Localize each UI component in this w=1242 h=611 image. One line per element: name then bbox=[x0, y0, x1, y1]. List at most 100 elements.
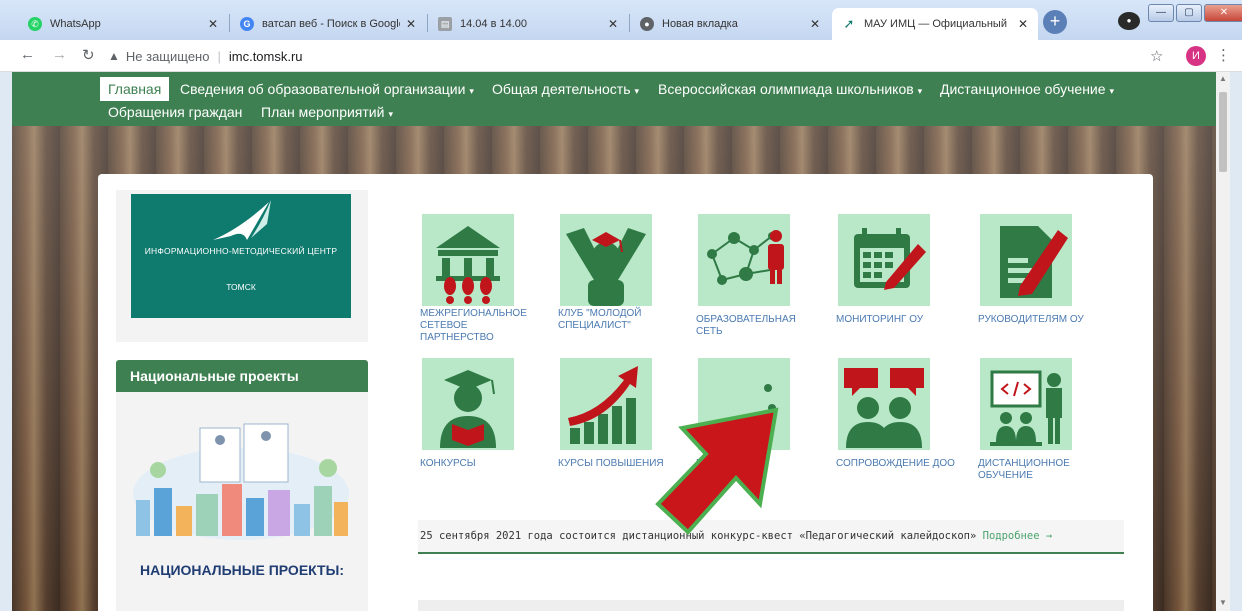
growth-chart-icon bbox=[560, 358, 652, 450]
document-icon: ▤ bbox=[438, 17, 452, 31]
page-viewport: Главная Сведения об образовательной орга… bbox=[12, 72, 1230, 611]
close-icon[interactable]: ✕ bbox=[608, 17, 618, 31]
nav-item-home[interactable]: Главная bbox=[100, 77, 170, 101]
tile-label: КЛУБ "МОЛОДОЙ СПЕЦИАЛИСТ" bbox=[558, 308, 642, 331]
divider: | bbox=[217, 48, 221, 64]
nav-item-distance-learning[interactable]: Дистанционное обучение ▾ bbox=[940, 81, 1114, 97]
nav-item-label: Дистанционное обучение bbox=[940, 81, 1106, 97]
network-icon bbox=[698, 214, 790, 306]
site-navigation: Главная Сведения об образовательной орга… bbox=[12, 72, 1216, 126]
nav-item-citizen-appeals[interactable]: Обращения граждан bbox=[108, 104, 242, 120]
nav-item-events-plan[interactable]: План мероприятий ▾ bbox=[261, 104, 393, 120]
nav-item-organization-info[interactable]: Сведения об образовательной организации ▾ bbox=[180, 81, 474, 97]
close-icon[interactable]: ✕ bbox=[208, 17, 218, 31]
institution-icon bbox=[422, 214, 514, 306]
address-bar: ← → ↻ ▲ Не защищено | imc.tomsk.ru ☆ И ⋮ bbox=[0, 40, 1242, 72]
close-icon[interactable]: ✕ bbox=[406, 17, 416, 31]
graduate-cheering-icon bbox=[560, 214, 652, 306]
url-text: imc.tomsk.ru bbox=[228, 48, 303, 64]
nav-item-label: Общая деятельность bbox=[492, 81, 631, 97]
maximize-button[interactable]: ▢ bbox=[1176, 4, 1202, 22]
tile-label: СОПРОВОЖДЕНИЕ ДОО bbox=[836, 458, 955, 469]
close-icon[interactable]: ✕ bbox=[810, 17, 820, 31]
tab-imc-active[interactable]: ➚ МАУ ИМЦ — Официальный ✕ bbox=[832, 8, 1038, 40]
url-field[interactable]: ▲ Не защищено | imc.tomsk.ru bbox=[108, 44, 1138, 68]
tile-distance-learning[interactable]: ДИСТАНЦИОННОЕ ОБУЧЕНИЕ bbox=[978, 358, 1098, 482]
tab-new[interactable]: ● Новая вкладка ✕ bbox=[630, 8, 830, 40]
chevron-down-icon: ▾ bbox=[634, 86, 640, 96]
calendar-icon bbox=[838, 214, 930, 306]
chevron-down-icon: ▾ bbox=[469, 86, 474, 96]
site-logo[interactable]: ИНФОРМАЦИОННО-МЕТОДИЧЕСКИЙ ЦЕНТР ТОМСК bbox=[131, 194, 351, 318]
nav-item-label: Всероссийская олимпиада школьников bbox=[658, 81, 914, 97]
logo-arrow-icon: ➚ bbox=[843, 16, 855, 31]
national-projects-banner[interactable]: НАЦИОНАЛЬНЫЕ ПРОЕКТЫ: bbox=[116, 392, 368, 611]
scrollbar-thumb[interactable] bbox=[1219, 92, 1227, 172]
nav-item-label: Главная bbox=[108, 81, 162, 97]
tab-title: Новая вкладка bbox=[662, 18, 738, 30]
tile-label: ДИСТАНЦИОННОЕ ОБУЧЕНИЕ bbox=[978, 458, 1070, 481]
download-icon[interactable]: ● bbox=[1118, 12, 1140, 30]
tile-young-specialist-club[interactable]: КЛУБ "МОЛОДОЙ СПЕЦИАЛИСТ" bbox=[558, 214, 678, 332]
back-icon[interactable]: ← bbox=[20, 46, 35, 63]
nav-item-general-activity[interactable]: Общая деятельность ▾ bbox=[492, 81, 639, 97]
presentation-icon bbox=[980, 358, 1072, 450]
tile-for-managers[interactable]: РУКОВОДИТЕЛЯМ ОУ bbox=[978, 214, 1098, 326]
nav-item-label: Обращения граждан bbox=[108, 104, 243, 120]
bookmark-star-icon[interactable]: ☆ bbox=[1150, 47, 1163, 65]
close-icon[interactable]: ✕ bbox=[1018, 17, 1028, 31]
tab-title: 14.04 в 14.00 bbox=[460, 18, 528, 30]
tab-whatsapp[interactable]: ✆ WhatsApp ✕ bbox=[18, 8, 228, 40]
national-projects-illustration bbox=[133, 423, 349, 540]
scroll-down-icon[interactable]: ▼ bbox=[1219, 598, 1227, 607]
chevron-down-icon: ▾ bbox=[917, 86, 923, 96]
chevron-down-icon: ▾ bbox=[388, 109, 393, 119]
browser-tab-bar: ✆ WhatsApp ✕ G ватсап веб - Поиск в Goog… bbox=[0, 0, 1242, 40]
nav-item-label: План мероприятий bbox=[261, 104, 385, 120]
tab-google-search[interactable]: G ватсап веб - Поиск в Google ✕ bbox=[230, 8, 426, 40]
national-projects-caption: НАЦИОНАЛЬНЫЕ ПРОЕКТЫ: bbox=[140, 562, 344, 578]
window-close-button[interactable]: ✕ bbox=[1204, 4, 1242, 22]
tile-monitoring[interactable]: МОНИТОРИНГ ОУ bbox=[836, 214, 956, 326]
chevron-down-icon: ▾ bbox=[1109, 86, 1115, 96]
reload-icon[interactable]: ↻ bbox=[82, 46, 95, 64]
arrow-up-right-icon bbox=[655, 407, 779, 535]
tab-title: ватсап веб - Поиск в Google bbox=[262, 18, 400, 30]
tab-document[interactable]: ▤ 14.04 в 14.00 ✕ bbox=[428, 8, 628, 40]
menu-kebab-icon[interactable]: ⋮ bbox=[1216, 46, 1231, 64]
window-controls: — ▢ ✕ bbox=[1146, 4, 1242, 24]
forward-icon[interactable]: → bbox=[52, 46, 67, 63]
logo-panel: ИНФОРМАЦИОННО-МЕТОДИЧЕСКИЙ ЦЕНТР ТОМСК bbox=[116, 190, 368, 342]
tile-preschool-support[interactable]: СОПРОВОЖДЕНИЕ ДОО bbox=[836, 358, 956, 470]
tile-label: КОНКУРСЫ bbox=[420, 458, 476, 469]
tile-label: МЕЖРЕГИОНАЛЬНОЕ СЕТЕВОЕ ПАРТНЕРСТВО bbox=[420, 308, 527, 343]
logo-arrow-icon bbox=[213, 200, 271, 240]
new-tab-button[interactable]: + bbox=[1043, 10, 1067, 34]
nav-item-olympiad[interactable]: Всероссийская олимпиада школьников ▾ bbox=[658, 81, 922, 97]
security-label: Не защищено bbox=[125, 48, 210, 64]
profile-avatar[interactable]: И bbox=[1186, 46, 1206, 66]
tile-contests[interactable]: КОНКУРСЫ bbox=[420, 358, 540, 470]
tile-label: ОБРАЗОВАТЕЛЬНАЯ СЕТЬ bbox=[696, 314, 796, 337]
page-scrollbar[interactable]: ▲ ▼ bbox=[1216, 72, 1230, 611]
minimize-button[interactable]: — bbox=[1148, 4, 1174, 22]
content-strip bbox=[418, 600, 1124, 611]
chrome-icon: ● bbox=[640, 17, 654, 31]
dialogue-icon bbox=[838, 358, 930, 450]
nav-item-label: Сведения об образовательной организации bbox=[180, 81, 466, 97]
warning-icon: ▲ bbox=[108, 49, 120, 63]
google-icon: G bbox=[240, 17, 254, 31]
document-pen-icon bbox=[980, 214, 1072, 306]
tab-title: WhatsApp bbox=[50, 18, 101, 30]
national-projects-header: Национальные проекты bbox=[116, 360, 368, 392]
tile-label: МОНИТОРИНГ ОУ bbox=[836, 314, 924, 325]
tab-title: МАУ ИМЦ — Официальный bbox=[864, 18, 1007, 30]
tile-educational-network[interactable]: ОБРАЗОВАТЕЛЬНАЯ СЕТЬ bbox=[696, 214, 816, 338]
read-more-link[interactable]: Подробнее → bbox=[983, 530, 1053, 542]
main-content-card: ИНФОРМАЦИОННО-МЕТОДИЧЕСКИЙ ЦЕНТР ТОМСК Н… bbox=[98, 174, 1153, 611]
scroll-up-icon[interactable]: ▲ bbox=[1219, 74, 1227, 83]
tile-interregional-partnership[interactable]: МЕЖРЕГИОНАЛЬНОЕ СЕТЕВОЕ ПАРТНЕРСТВО bbox=[420, 214, 540, 344]
graduate-reading-icon bbox=[422, 358, 514, 450]
logo-title: ИНФОРМАЦИОННО-МЕТОДИЧЕСКИЙ ЦЕНТР bbox=[144, 246, 338, 256]
logo-subtitle: ТОМСК bbox=[226, 282, 256, 292]
